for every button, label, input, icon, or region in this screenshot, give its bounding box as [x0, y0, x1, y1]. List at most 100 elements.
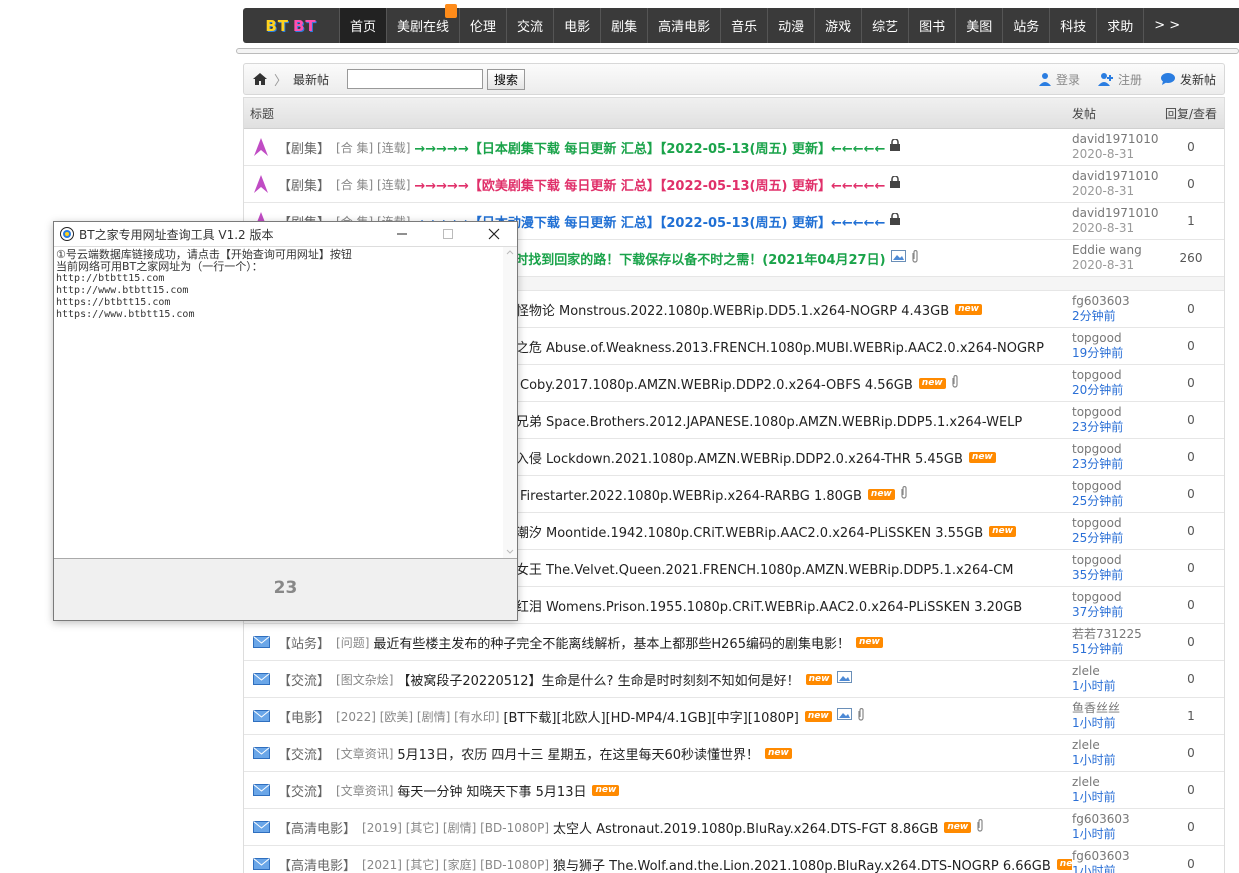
forum-link[interactable]: 【交流】	[278, 744, 330, 763]
forum-link[interactable]: 【交流】	[278, 670, 330, 689]
thread-title-link[interactable]: 爱的怪物论 Monstrous.2022.1080p.WEBRip.DD5.1.…	[490, 300, 949, 319]
thread-tags[interactable]: [合 集] [连载]	[336, 139, 410, 156]
poster-name[interactable]: Eddie wang	[1072, 243, 1158, 258]
poster-name[interactable]: topgood	[1072, 368, 1158, 383]
thread-tags[interactable]: [2021] [其它] [家庭] [BD-1080P]	[362, 856, 549, 873]
poster-name[interactable]: 若若731225	[1072, 627, 1158, 642]
nav-item[interactable]: 站务	[1002, 8, 1049, 43]
forum-link[interactable]: 【剧集】	[278, 138, 330, 157]
poster-name[interactable]: fg603603	[1072, 294, 1158, 309]
thread-tags[interactable]: [文章资讯]	[336, 745, 393, 762]
nav-item[interactable]: > >	[1143, 8, 1190, 43]
nav-item[interactable]: 动漫	[767, 8, 814, 43]
table-row[interactable]: 【电影】 [2022] [欧美] [剧情] [有水印] [BT下载][北欧人][HD…	[244, 698, 1224, 735]
forum-link[interactable]: 【电影】	[278, 707, 330, 726]
poster-name[interactable]: topgood	[1072, 405, 1158, 420]
nav-item[interactable]: 求助	[1096, 8, 1143, 43]
dialog-titlebar[interactable]: BT之家专用网址查询工具 V1.2 版本	[54, 222, 517, 246]
nav-item[interactable]: 综艺	[861, 8, 908, 43]
nav-item[interactable]: 交流	[506, 8, 553, 43]
thread-title-link[interactable]: →→→→→【欧美剧集下载 每日更新 汇总】【2022-05-13(周五) 更新】…	[414, 175, 885, 194]
forum-link[interactable]: 【高清电影】	[278, 855, 356, 873]
table-row[interactable]: 【交流】 [文章资讯] 5月13日，农历 四月十三 星期五，在这里每天60秒读懂世界…	[244, 735, 1224, 772]
forum-link[interactable]: 【高清电影】	[278, 818, 356, 837]
thread-tags[interactable]: [合 集] [连载]	[336, 176, 410, 193]
thread-title-link[interactable]: 太空人 Astronaut.2019.1080p.BluRay.x264.DTS…	[553, 818, 938, 837]
nav-item[interactable]: 科技	[1049, 8, 1096, 43]
table-row[interactable]: 【高清电影】 [2019] [其它] [剧情] [BD-1080P] 太空人 Ast…	[244, 809, 1224, 846]
nav-item[interactable]: 首页	[339, 8, 387, 43]
thread-title-link[interactable]: 铁窗红泪 Womens.Prison.1955.1080p.CRiT.WEBRi…	[490, 596, 1022, 615]
pinned-thread-row[interactable]: 【剧集】 [合 集] [连载] →→→→→【欧美剧集下载 每日更新 汇总】【2022…	[244, 166, 1224, 203]
poster-name[interactable]: fg603603	[1072, 812, 1158, 827]
poster-name[interactable]: topgood	[1072, 553, 1158, 568]
nav-item[interactable]: 音乐	[720, 8, 767, 43]
new-badge: new	[944, 821, 972, 833]
poster-cell: topgood 23分钟前	[1072, 442, 1158, 472]
poster-name[interactable]: 鱼香丝丝	[1072, 701, 1158, 716]
dialog-scrollbar[interactable]	[503, 247, 517, 558]
pinned-thread-row[interactable]: 【剧集】 [合 集] [连载] →→→→→【日本剧集下载 每日更新 汇总】【2022…	[244, 129, 1224, 166]
poster-name[interactable]: david19710102	[1072, 169, 1158, 184]
nav-item[interactable]: 美图	[955, 8, 1002, 43]
nav-item[interactable]: 游戏	[814, 8, 861, 43]
poster-name[interactable]: zlele	[1072, 738, 1158, 753]
nav-item[interactable]: 剧集	[600, 8, 647, 43]
dialog-output-textarea[interactable]: ①号云端数据库链接成功，请点击【开始查询可用网址】按钮 当前网络可用BT之家网址…	[54, 246, 517, 559]
forum-link[interactable]: 【交流】	[278, 781, 330, 800]
thread-title-link[interactable]: 【被窝段子20220512】生命是什么? 生命是时时刻刻不知如何是好！	[397, 670, 799, 689]
thread-tags[interactable]: [问题]	[336, 634, 369, 651]
nav-item[interactable]: 电影	[553, 8, 600, 43]
thread-title-link[interactable]: 宇宙兄弟 Space.Brothers.2012.JAPANESE.1080p.…	[490, 411, 1022, 430]
poster-name[interactable]: topgood	[1072, 590, 1158, 605]
thread-title-cell: 【交流】 [图文杂烩] 【被窝段子20220512】生命是什么? 生命是时时刻刻不知…	[278, 670, 1072, 689]
table-row[interactable]: 【站务】 [问题] 最近有些楼主发布的种子完全不能离线解析，基本上都那些H265编码…	[244, 624, 1224, 661]
thread-title-link[interactable]: [BT下载][北欧人][HD-MP4/4.1GB][中字][1080P]	[503, 707, 798, 726]
login-link[interactable]: 登录	[1038, 71, 1080, 88]
thread-title-link[interactable]: 最近有些楼主发布的种子完全不能离线解析，基本上都那些H265编码的剧集电影！	[373, 633, 850, 652]
thread-title-link[interactable]: 狼与狮子 The.Wolf.and.the.Lion.2021.1080p.Bl…	[553, 855, 1051, 873]
maximize-button[interactable]	[425, 222, 471, 246]
close-button[interactable]	[471, 222, 517, 246]
search-input[interactable]	[347, 69, 484, 89]
site-logo[interactable]: BT BT	[243, 8, 339, 43]
poster-name[interactable]: topgood	[1072, 479, 1158, 494]
register-link[interactable]: 注册	[1097, 71, 1142, 88]
thread-title-link[interactable]: 每天一分钟 知晓天下事 5月13日	[397, 781, 586, 800]
table-row[interactable]: 【高清电影】 [2021] [其它] [家庭] [BD-1080P] 狼与狮子 Th…	[244, 846, 1224, 873]
thread-tags[interactable]: [文章资讯]	[336, 782, 393, 799]
nav-item[interactable]: 美剧在线	[386, 4, 459, 43]
thread-tags[interactable]: [2022] [欧美] [剧情] [有水印]	[336, 708, 499, 725]
thread-title-link[interactable]: 趁人之危 Abuse.of.Weakness.2013.FRENCH.1080p…	[490, 337, 1044, 356]
nav-item[interactable]: 伦理	[459, 8, 506, 43]
poster-name[interactable]: topgood	[1072, 331, 1158, 346]
new-badge: new	[804, 710, 832, 722]
search-button[interactable]: 搜索	[487, 68, 526, 90]
new-post-link[interactable]: 发新帖	[1160, 71, 1216, 88]
poster-name[interactable]: fg603603	[1072, 849, 1158, 864]
table-row[interactable]: 【交流】 [图文杂烩] 【被窝段子20220512】生命是什么? 生命是时时刻刻不知…	[244, 661, 1224, 698]
thread-title-link[interactable]: 新冠入侵 Lockdown.2021.1080p.AMZN.WEBRip.DDP…	[490, 448, 963, 467]
thread-title-link[interactable]: 科比 Coby.2017.1080p.AMZN.WEBRip.DDP2.0.x2…	[490, 374, 913, 393]
nav-item[interactable]: 高清电影	[647, 8, 720, 43]
forum-link[interactable]: 【站务】	[278, 633, 330, 652]
nav-item[interactable]: 图书	[908, 8, 955, 43]
breadcrumb-current[interactable]: 最新帖	[293, 71, 329, 88]
thread-title-link[interactable]: →→→→→【日本剧集下载 每日更新 汇总】【2022-05-13(周五) 更新】…	[414, 138, 885, 157]
home-icon[interactable]	[252, 71, 268, 87]
poster-name[interactable]: zlele	[1072, 664, 1158, 679]
thread-tags[interactable]: [图文杂烩]	[336, 671, 393, 688]
poster-name[interactable]: topgood	[1072, 516, 1158, 531]
thread-title-link[interactable]: 月亮潮汐 Moontide.1942.1080p.CRiT.WEBRip.AAC…	[490, 522, 983, 541]
minimize-button[interactable]	[379, 222, 425, 246]
poster-name[interactable]: david19710102	[1072, 206, 1158, 221]
poster-name[interactable]: david19710102	[1072, 132, 1158, 147]
forum-link[interactable]: 【剧集】	[278, 175, 330, 194]
table-row[interactable]: 【交流】 [文章资讯] 每天一分钟 知晓天下事 5月13日 new zlele 1小时前 0	[244, 772, 1224, 809]
thread-title-link[interactable]: 5月13日，农历 四月十三 星期五，在这里每天60秒读懂世界！	[397, 744, 759, 763]
poster-name[interactable]: zlele	[1072, 775, 1158, 790]
thread-title-link[interactable]: 凶火 Firestarter.2022.1080p.WEBRip.x264-RA…	[490, 485, 862, 504]
poster-name[interactable]: topgood	[1072, 442, 1158, 457]
thread-title-link[interactable]: 雪豹女王 The.Velvet.Queen.2021.FRENCH.1080p.…	[490, 559, 1014, 578]
thread-tags[interactable]: [2019] [其它] [剧情] [BD-1080P]	[362, 819, 549, 836]
